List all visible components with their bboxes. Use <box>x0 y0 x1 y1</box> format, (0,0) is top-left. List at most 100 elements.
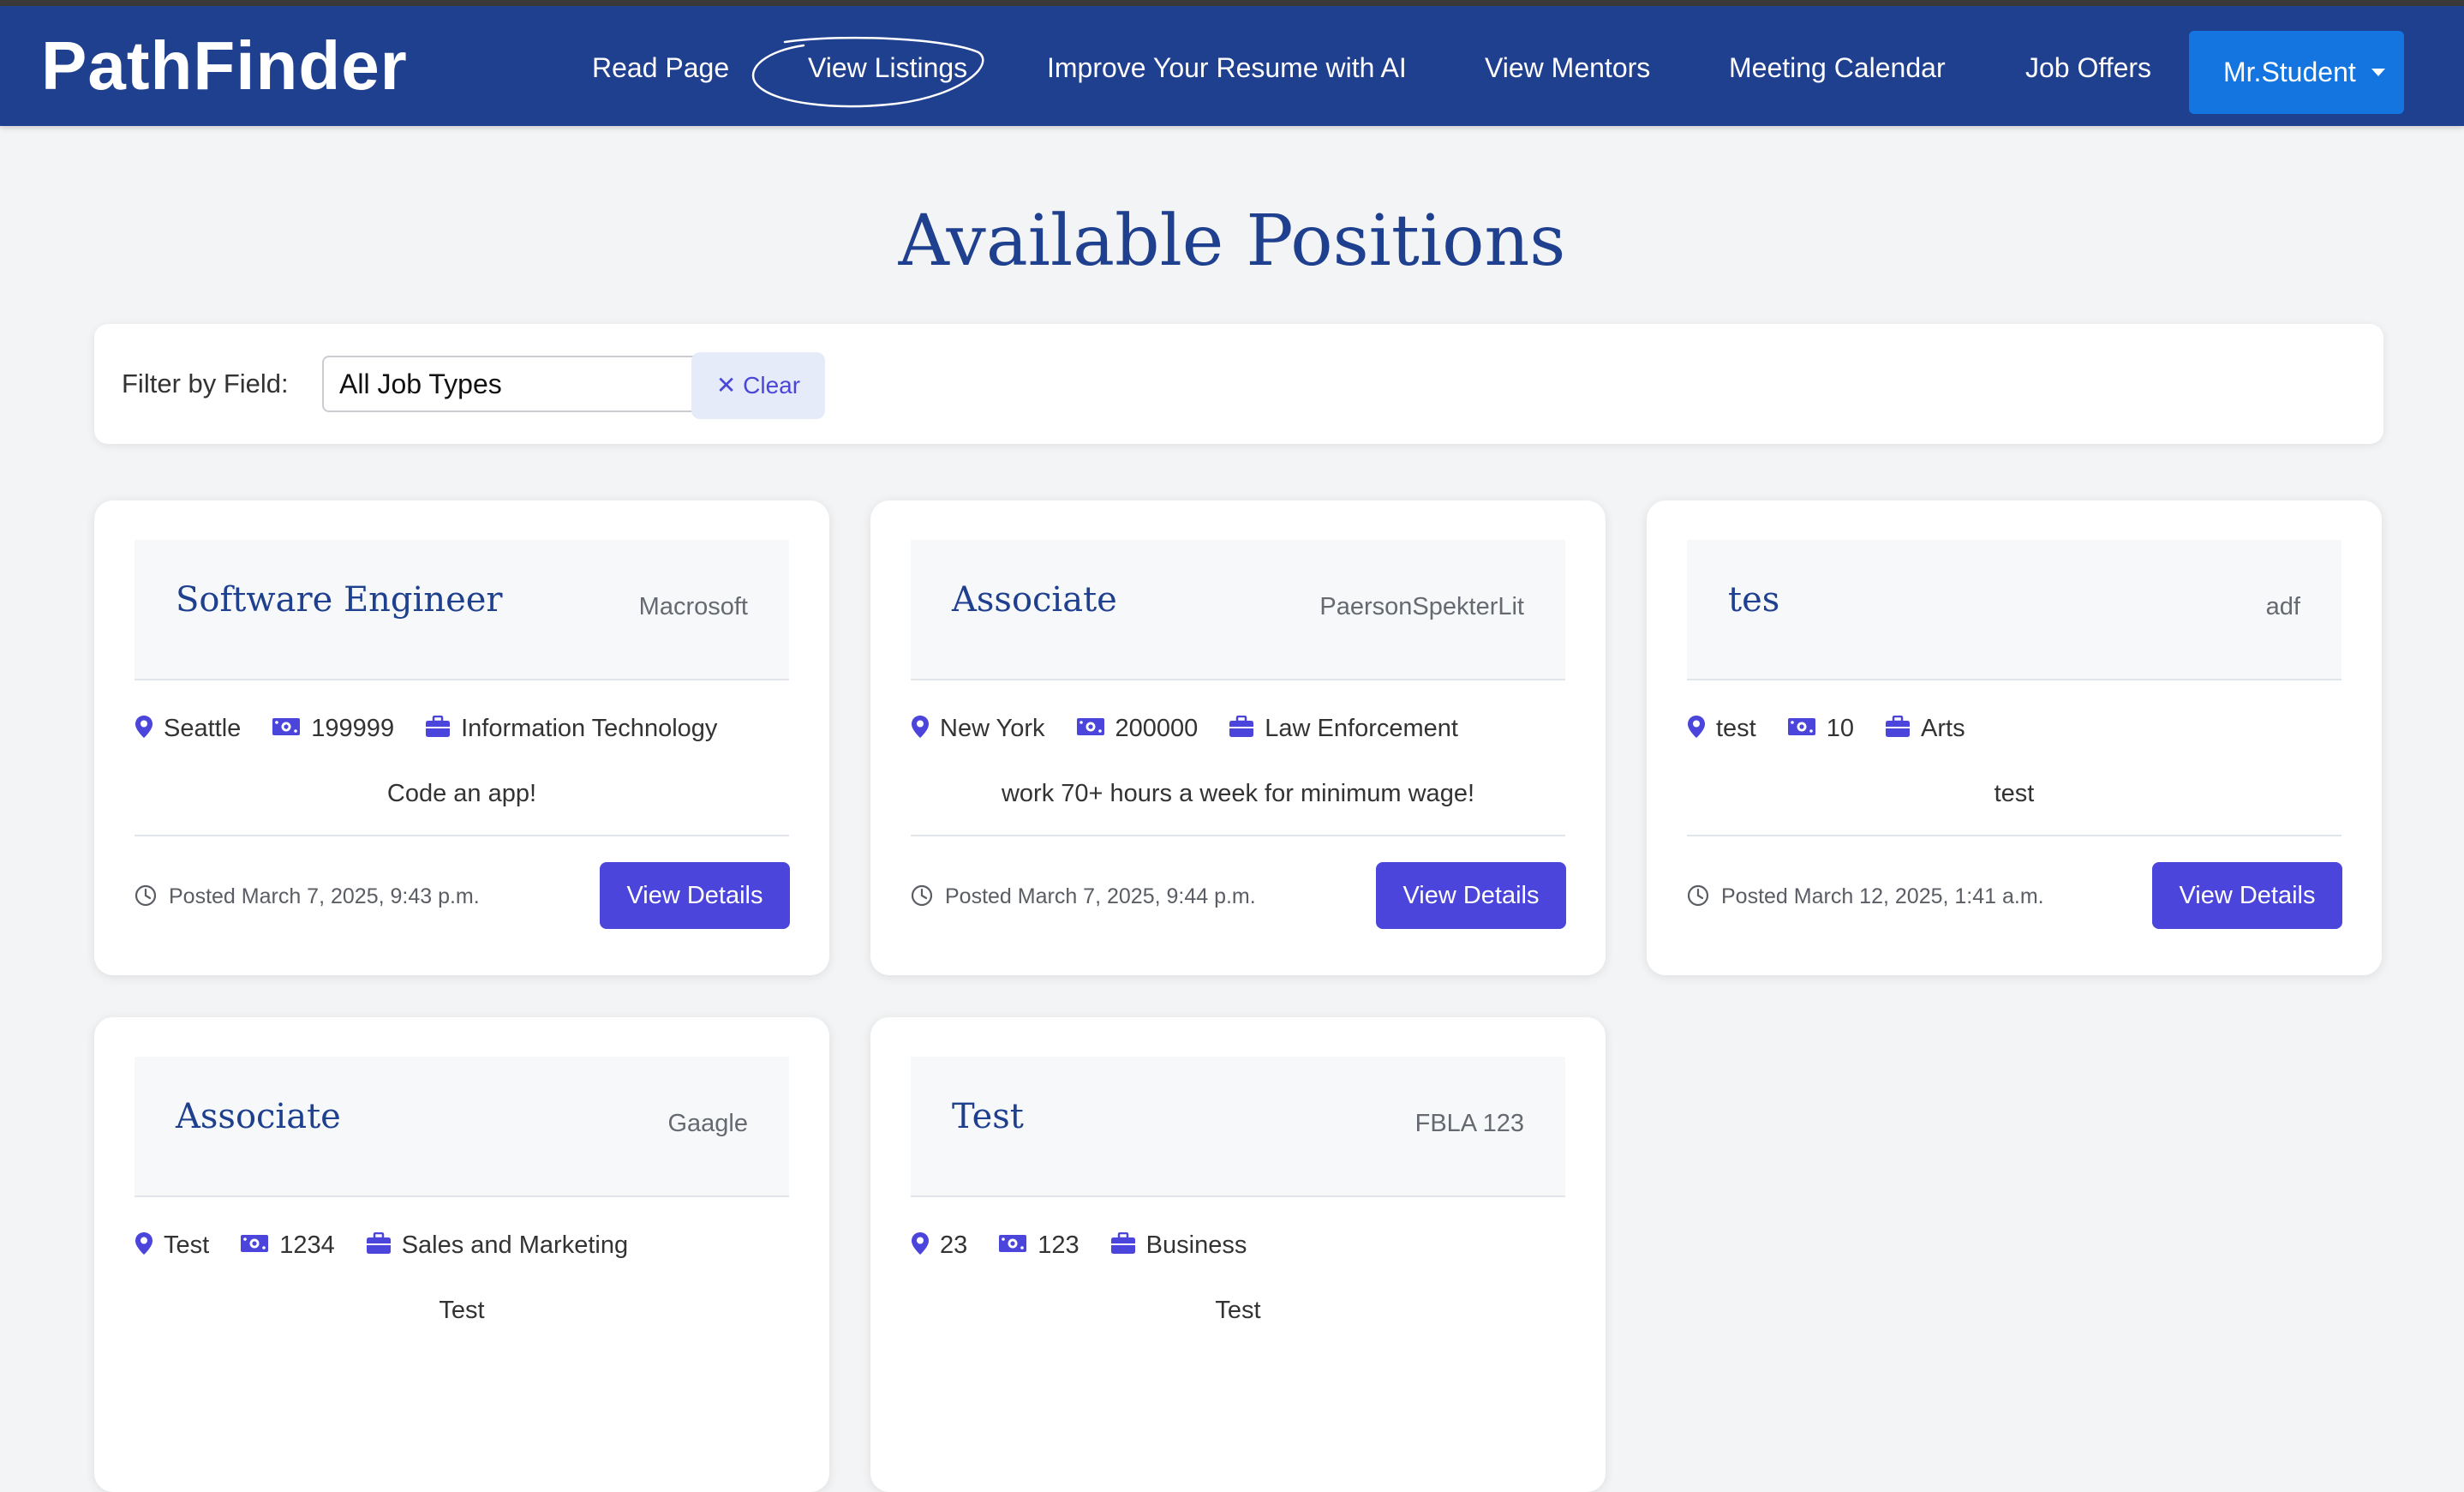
job-company: adf <box>2265 593 2300 620</box>
clock-icon <box>911 885 933 907</box>
job-title: tes <box>1728 580 1780 620</box>
job-card-header: Associate PaersonSpekterLit <box>911 540 1565 680</box>
job-posted: Posted March 12, 2025, 1:41 a.m. <box>1687 883 2044 910</box>
filter-panel: Filter by Field: All Job Types ✕ Clear <box>94 324 2383 444</box>
window-top-strip <box>0 0 2464 6</box>
job-type-select[interactable]: All Job Types <box>322 356 754 412</box>
job-location-text: New York <box>940 715 1045 742</box>
money-bill-icon <box>1787 718 1815 736</box>
job-location-text: 23 <box>940 1231 968 1259</box>
clock-icon <box>135 885 157 907</box>
job-salary-text: 123 <box>1038 1231 1079 1259</box>
job-card: tes adf test 10 Arts test Posted March 12, 202… <box>1647 500 2382 975</box>
view-details-button[interactable]: View Details <box>1376 862 1566 929</box>
card-divider <box>135 835 789 836</box>
job-type-select-value: All Job Types <box>339 369 502 399</box>
job-location: 23 <box>911 1228 967 1262</box>
job-location-text: test <box>1716 715 1756 742</box>
job-field: Arts <box>1885 711 1965 746</box>
job-salary-text: 200000 <box>1115 715 1199 742</box>
job-location-text: Seattle <box>164 715 242 742</box>
user-menu-button[interactable]: Mr.Student <box>2189 31 2404 114</box>
page-title: Available Positions <box>898 201 1566 282</box>
job-title: Associate <box>952 580 1117 620</box>
clock-icon <box>1687 885 1709 907</box>
job-field-text: Sales and Marketing <box>401 1231 629 1259</box>
job-location: test <box>1687 711 1756 746</box>
job-company: PaersonSpekterLit <box>1319 593 1524 620</box>
job-salary-text: 10 <box>1826 715 1855 742</box>
job-field-text: Business <box>1145 1231 1247 1259</box>
job-card: Software Engineer Macrosoft Seattle 199999 I… <box>94 500 829 975</box>
briefcase-icon <box>1229 716 1254 738</box>
nav-improve-resume[interactable]: Improve Your Resume with AI <box>1047 51 1407 85</box>
job-salary-text: 199999 <box>311 715 395 742</box>
user-menu-label: Mr.Student <box>2223 57 2356 87</box>
job-company: FBLA 123 <box>1414 1110 1524 1137</box>
card-divider <box>911 835 1565 836</box>
job-description: work 70+ hours a week for minimum wage! <box>1001 780 1475 807</box>
job-meta-row: 23 123 Business <box>911 1228 1579 1262</box>
money-bill-icon <box>999 1235 1027 1253</box>
nav-view-mentors[interactable]: View Mentors <box>1485 51 1650 85</box>
job-field-text: Arts <box>1921 715 1965 742</box>
nav-view-listings[interactable]: View Listings <box>808 51 967 85</box>
job-card: Associate PaersonSpekterLit New York 200000… <box>870 500 1606 975</box>
job-salary: 10 <box>1787 711 1854 746</box>
briefcase-icon <box>366 1232 391 1255</box>
filter-label: Filter by Field: <box>122 369 289 398</box>
job-card: Associate Gaagle Test 1234 Sales and Marketi… <box>94 1017 829 1492</box>
location-pin-icon <box>912 1232 929 1255</box>
job-field: Sales and Marketing <box>366 1228 628 1262</box>
view-details-button[interactable]: View Details <box>600 862 790 929</box>
money-bill-icon <box>241 1235 269 1253</box>
job-title: Associate <box>176 1097 341 1136</box>
money-bill-icon <box>1076 718 1104 736</box>
nav-job-offers[interactable]: Job Offers <box>2025 51 2151 85</box>
job-description: test <box>1994 780 2035 807</box>
brand-logo[interactable]: PathFinder <box>41 25 408 107</box>
job-company: Gaagle <box>667 1110 748 1137</box>
card-divider <box>1687 835 2341 836</box>
job-posted-text: Posted March 7, 2025, 9:44 p.m. <box>945 884 1256 908</box>
job-card-header: tes adf <box>1687 540 2341 680</box>
job-location-text: Test <box>164 1231 210 1259</box>
job-posted: Posted March 7, 2025, 9:44 p.m. <box>911 883 1256 910</box>
location-pin-icon <box>135 716 153 739</box>
job-company: Macrosoft <box>638 593 748 620</box>
job-meta-row: Seattle 199999 Information Technology <box>135 711 803 746</box>
clear-filter-button[interactable]: ✕ Clear <box>691 352 825 419</box>
view-details-button[interactable]: View Details <box>2152 862 2342 929</box>
nav-read-page[interactable]: Read Page <box>592 51 729 85</box>
location-pin-icon <box>1688 716 1705 739</box>
job-field: Business <box>1110 1228 1247 1262</box>
job-field-text: Information Technology <box>461 715 718 742</box>
job-field: Law Enforcement <box>1229 711 1458 746</box>
job-meta-row: New York 200000 Law Enforcement <box>911 711 1579 746</box>
job-title: Test <box>952 1097 1024 1136</box>
location-pin-icon <box>912 716 929 739</box>
job-description: Test <box>1215 1297 1261 1324</box>
job-salary: 123 <box>998 1228 1079 1262</box>
job-salary: 1234 <box>240 1228 335 1262</box>
briefcase-icon <box>426 716 451 738</box>
job-title: Software Engineer <box>176 580 503 620</box>
job-meta-row: Test 1234 Sales and Marketing <box>135 1228 803 1262</box>
job-salary: 200000 <box>1076 711 1199 746</box>
job-meta-row: test 10 Arts <box>1687 711 2355 746</box>
job-location: New York <box>911 711 1045 746</box>
briefcase-icon <box>1110 1232 1135 1255</box>
job-description: Code an app! <box>386 780 537 807</box>
job-field: Information Technology <box>425 711 717 746</box>
money-bill-icon <box>272 718 301 736</box>
job-location: Test <box>135 1228 209 1262</box>
job-posted-text: Posted March 7, 2025, 9:43 p.m. <box>169 884 480 908</box>
navbar: PathFinder Read Page View Listings Impro… <box>0 6 2464 126</box>
job-posted-text: Posted March 12, 2025, 1:41 a.m. <box>1721 884 2044 908</box>
caret-down-icon <box>2371 69 2385 76</box>
job-posted: Posted March 7, 2025, 9:43 p.m. <box>135 883 480 910</box>
job-card-header: Associate Gaagle <box>135 1057 789 1197</box>
job-description: Test <box>439 1297 485 1324</box>
job-card-header: Test FBLA 123 <box>911 1057 1565 1197</box>
nav-meeting-calendar[interactable]: Meeting Calendar <box>1729 51 1946 85</box>
